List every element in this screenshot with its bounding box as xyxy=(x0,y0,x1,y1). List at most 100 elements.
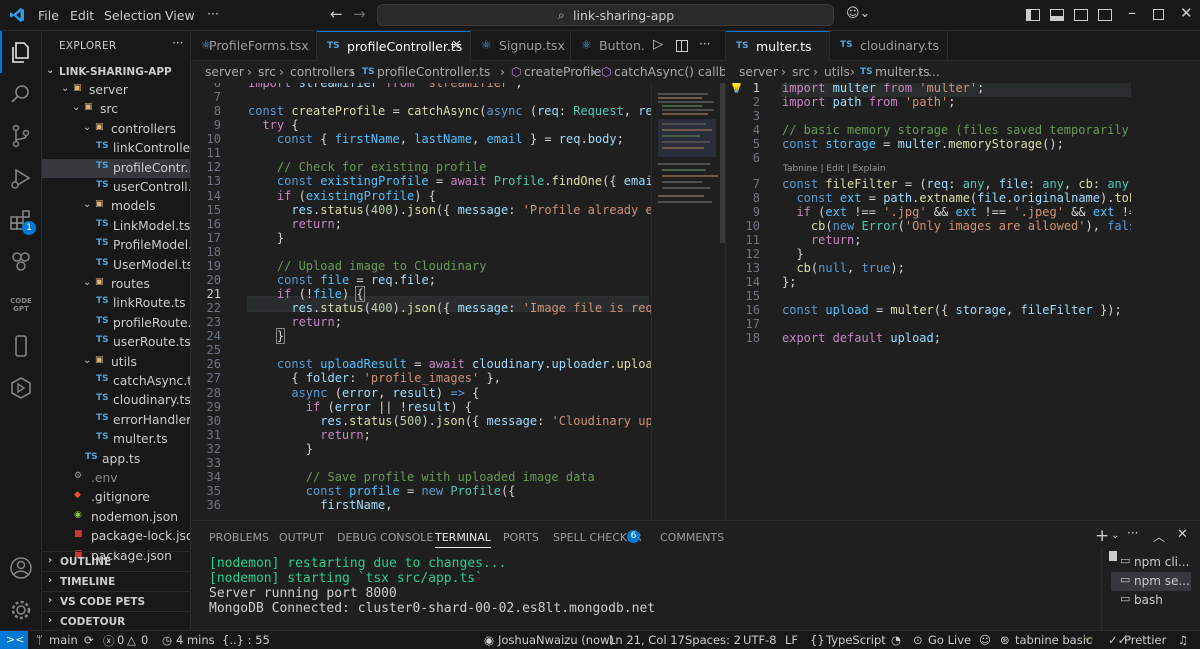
gear-icon[interactable] xyxy=(8,597,34,623)
breadcrumb-file[interactable]: profileController.ts xyxy=(377,65,490,79)
tree-file[interactable]: TS profileRoute.... xyxy=(42,314,190,333)
breadcrumb-utils[interactable]: utils xyxy=(824,65,850,79)
codegpt-icon[interactable]: CODE GPT xyxy=(9,297,33,313)
braces-count[interactable]: {..} : 55 xyxy=(222,633,270,647)
accounts-icon[interactable] xyxy=(8,555,34,581)
tree-file[interactable]: TS userControll... xyxy=(42,178,190,197)
copilot-icon[interactable]: ☺⌄ xyxy=(846,6,870,21)
tab-multer[interactable]: TS multer.ts xyxy=(726,31,830,61)
split-editor-icon[interactable] xyxy=(676,40,688,52)
more-menu-icon[interactable]: ··· xyxy=(207,6,219,21)
tree-folder[interactable]: ⌄ ▣ models xyxy=(42,197,190,216)
minimap[interactable] xyxy=(1131,83,1200,520)
breadcrumb-src[interactable]: src xyxy=(258,65,276,79)
tree-file[interactable]: ■ package-lock.json xyxy=(42,527,190,546)
mobile-device-icon[interactable] xyxy=(8,333,34,359)
remote-indicator[interactable]: >< xyxy=(0,631,28,649)
tree-file[interactable]: TS profileContr... xyxy=(42,158,190,178)
breadcrumb-server[interactable]: server xyxy=(739,65,778,79)
error-count[interactable]: 0 xyxy=(117,633,124,647)
forward-arrow-icon[interactable]: → xyxy=(353,5,366,23)
branch-name[interactable]: main xyxy=(49,633,78,647)
breadcrumb-server[interactable]: server xyxy=(205,65,244,79)
tabnine-status[interactable]: tabnine basic xyxy=(1015,633,1092,647)
tab-problems[interactable]: PROBLEMS xyxy=(209,531,269,544)
menu-selection[interactable]: Selection xyxy=(104,8,162,23)
tree-file[interactable]: TS linkRoute.ts xyxy=(42,294,190,313)
tab-button[interactable]: ⚛ Button. xyxy=(571,31,651,61)
workspace-root[interactable]: ⌄ LINK-SHARING-APP xyxy=(42,62,190,81)
customize-layout-icon[interactable] xyxy=(1098,9,1112,21)
tree-file[interactable]: ◆ .gitignore xyxy=(42,488,190,507)
notifications-bell-icon[interactable]: ♫ xyxy=(1178,633,1188,647)
tree-file[interactable]: ◉ nodemon.json xyxy=(42,508,190,527)
cursor-position[interactable]: Ln 21, Col 17 xyxy=(609,633,685,647)
prettier-status[interactable]: Prettier xyxy=(1124,633,1166,647)
indentation[interactable]: Spaces: 2 xyxy=(685,633,741,647)
codelens-actions[interactable]: Tabnine | Edit | Explain xyxy=(783,164,886,174)
menu-edit[interactable]: Edit xyxy=(70,8,94,23)
tab-terminal[interactable]: TERMINAL xyxy=(435,531,491,548)
left-code-editor[interactable]: 6 import streamifier from 'streamifier'; 7… xyxy=(191,83,725,520)
close-panel-icon[interactable]: ✕ xyxy=(1177,527,1188,542)
terminal-instance-npm-server[interactable]: ▭ npm se... xyxy=(1111,572,1191,591)
wakatime-timer[interactable]: 4 mins xyxy=(176,633,215,647)
chevron-up-icon[interactable]: ︿ xyxy=(1153,528,1165,545)
tab-output[interactable]: OUTPUT xyxy=(279,531,324,544)
tree-file[interactable]: TS multer.ts xyxy=(42,430,190,449)
tree-folder[interactable]: ⌄ ▣ src xyxy=(42,100,190,119)
encoding[interactable]: UTF-8 xyxy=(743,633,777,647)
tree-folder[interactable]: ⌄ ▣ server xyxy=(42,81,190,100)
sync-icon[interactable]: ⟳ xyxy=(84,633,94,647)
extension-hex-icon[interactable] xyxy=(8,375,34,401)
go-live-button[interactable]: Go Live xyxy=(928,633,971,647)
terminal-instance-npm-cli[interactable]: ▭ npm cli... xyxy=(1120,553,1200,572)
right-code-editor[interactable]: 💡 1 import multer from 'multer'; 2 import p… xyxy=(725,83,1200,520)
minimize-icon[interactable]: – xyxy=(1128,3,1136,22)
toggle-secondary-sidebar-icon[interactable] xyxy=(1074,9,1088,21)
tree-file[interactable]: TS UserModel.ts xyxy=(42,256,190,275)
menu-view[interactable]: View xyxy=(165,8,195,23)
tab-profileforms[interactable]: ⚛ ProfileForms.tsx xyxy=(191,31,317,61)
back-arrow-icon[interactable]: ← xyxy=(330,5,343,23)
tree-file[interactable]: TS LinkModel.ts xyxy=(42,217,190,236)
search-icon[interactable] xyxy=(8,81,34,107)
tree-file[interactable]: TS app.ts xyxy=(42,450,190,469)
run-icon[interactable]: ▷ xyxy=(653,37,663,52)
more-actions-icon[interactable]: ··· xyxy=(172,36,183,50)
outline-section[interactable]: › OUTLINE xyxy=(42,551,190,570)
close-icon[interactable]: ✕ xyxy=(451,38,462,53)
codetour-section[interactable]: › CODETOUR xyxy=(42,611,190,630)
new-terminal-plus-icon[interactable]: + xyxy=(1095,526,1109,546)
tree-file[interactable]: TS linkControlle... xyxy=(42,139,190,158)
maximize-icon[interactable] xyxy=(1153,9,1164,20)
more-actions-icon[interactable]: ··· xyxy=(699,37,710,51)
breadcrumb-controllers[interactable]: controllers xyxy=(290,65,355,79)
command-center-search[interactable]: ⌕ link-sharing-app xyxy=(377,4,834,26)
tree-file[interactable]: TS catchAsync.ts xyxy=(42,372,190,391)
minimap[interactable] xyxy=(651,83,725,520)
more-actions-icon[interactable]: ··· xyxy=(1127,526,1138,540)
breadcrumb-callback[interactable]: catchAsync() callback xyxy=(614,65,725,79)
tab-debug-console[interactable]: DEBUG CONSOLE xyxy=(337,531,433,544)
tab-cloudinary[interactable]: TS cloudinary.ts xyxy=(830,31,948,61)
chevron-down-icon[interactable]: ⌄ xyxy=(1111,530,1119,541)
tab-signup[interactable]: ⚛ Signup.tsx xyxy=(471,31,571,61)
tree-file[interactable]: TS cloudinary.ts xyxy=(42,391,190,410)
toggle-primary-sidebar-icon[interactable] xyxy=(1026,9,1040,21)
tree-file[interactable]: TS userRoute.ts xyxy=(42,333,190,352)
tree-folder[interactable]: ⌄ ▣ controllers xyxy=(42,120,190,139)
run-debug-icon[interactable] xyxy=(8,165,34,191)
breadcrumb-ellipsis[interactable]: ... xyxy=(928,65,940,79)
tree-folder[interactable]: ⌄ ▣ routes xyxy=(42,275,190,294)
menu-file[interactable]: File xyxy=(38,8,59,23)
toggle-panel-icon[interactable] xyxy=(1050,9,1064,21)
tab-profilecontroller[interactable]: TS profileController.ts ✕ xyxy=(317,31,471,61)
git-blame-author[interactable]: JoshuaNwaizu (now) xyxy=(498,633,614,647)
tree-folder[interactable]: ⌄ ▣ utils xyxy=(42,353,190,372)
tree-file[interactable]: TS errorHandler.... xyxy=(42,411,190,430)
tree-file[interactable]: TS ProfileModel.... xyxy=(42,236,190,255)
breadcrumb-src[interactable]: src xyxy=(792,65,810,79)
timeline-section[interactable]: › TIMELINE xyxy=(42,571,190,590)
breadcrumb-function[interactable]: createProfile xyxy=(524,65,601,79)
